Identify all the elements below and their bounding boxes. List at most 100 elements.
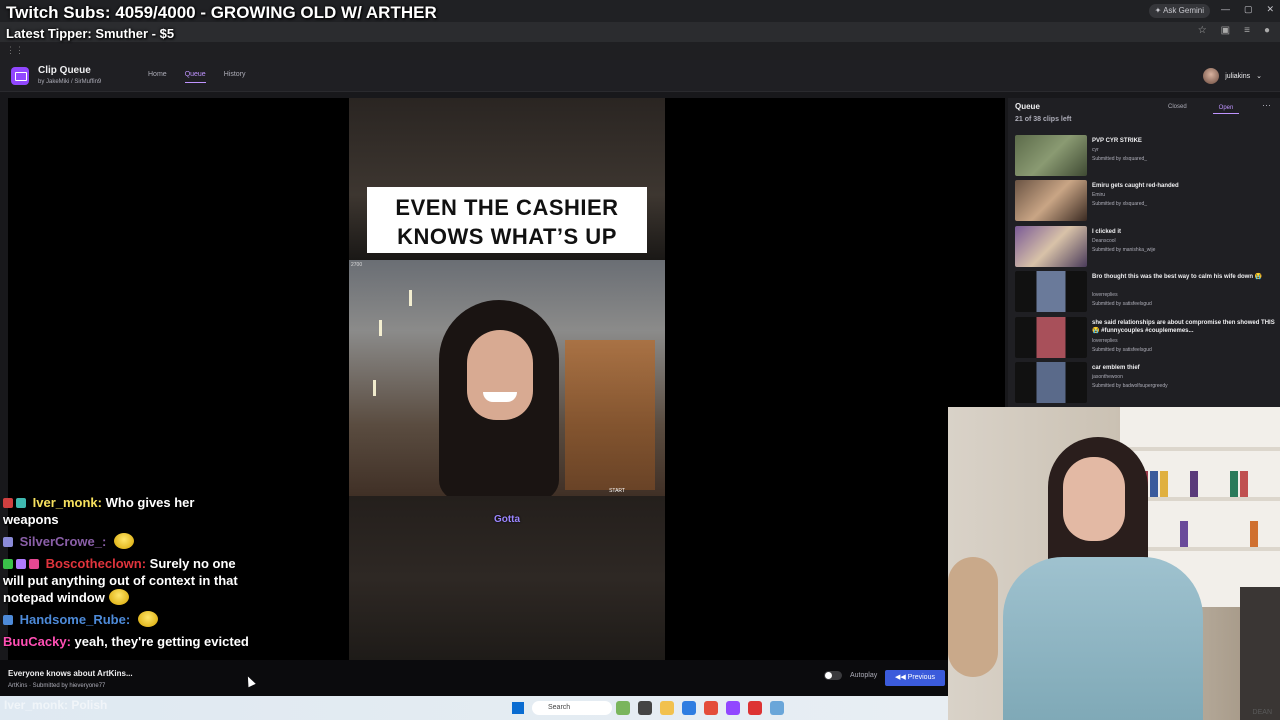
ask-gemini-label: Ask Gemini <box>1163 6 1204 15</box>
autoplay-label: Autoplay <box>850 672 878 679</box>
book <box>1180 521 1188 547</box>
clip-channel: Deanscool <box>1092 238 1116 244</box>
clip-title: Emiru gets caught red-handed <box>1092 183 1179 189</box>
maximize-icon[interactable]: ▢ <box>1244 4 1253 15</box>
clip-submitter: Submitted by xlsquared_ <box>1092 156 1148 162</box>
clip-thumbnail <box>1015 271 1087 312</box>
clip-thumbnail <box>1015 180 1087 221</box>
store-shelf <box>565 340 655 490</box>
queue-closed-button[interactable]: Closed <box>1168 104 1187 110</box>
faded-chat-message: Iver_monk: Polish <box>4 698 107 712</box>
clip-submitter: Submitted by badwolfsupergreedy <box>1092 383 1168 389</box>
close-icon[interactable]: ✕ <box>1266 4 1274 15</box>
book <box>1240 471 1248 497</box>
folder-icon[interactable] <box>660 701 674 715</box>
queue-title: Queue <box>1015 102 1040 111</box>
emote-icon <box>108 589 129 605</box>
app-icon[interactable] <box>770 701 784 715</box>
video-scene: 2700 START <box>349 260 665 496</box>
video-caption: EVEN THE CASHIER KNOWS WHAT’S UP <box>367 187 647 253</box>
extensions-icon[interactable]: ▣ <box>1221 25 1230 36</box>
ceiling-light <box>409 290 412 306</box>
ask-gemini-button[interactable]: ✦ Ask Gemini <box>1148 4 1210 18</box>
chat-message: Iver_monk: Who gives her weapons <box>3 494 253 528</box>
badge-icon <box>3 615 13 625</box>
app-icon[interactable] <box>616 701 630 715</box>
app-icon[interactable] <box>638 701 652 715</box>
clip-channel: loverreplies <box>1092 338 1118 344</box>
queue-open-button[interactable]: Open <box>1213 102 1239 114</box>
previous-label: Previous <box>907 674 935 681</box>
ceiling-light <box>379 320 382 336</box>
twitch-icon[interactable] <box>726 701 740 715</box>
app-title: Clip Queue <box>38 65 91 76</box>
queue-item[interactable]: Emiru gets caught red-handed Emiru Submi… <box>1015 180 1275 222</box>
apps-icon[interactable]: ⋮⋮ <box>6 45 24 56</box>
clip-submitter: Submitted by manishka_wije <box>1092 247 1156 253</box>
badge-icon <box>3 559 13 569</box>
webcam-feed: DEAN <box>948 407 1280 720</box>
webcam-corner-text: DEAN <box>1252 709 1272 716</box>
queue-item[interactable]: I clicked it Deanscool Submitted by mani… <box>1015 226 1275 268</box>
menu-icon[interactable]: ≡ <box>1244 25 1250 36</box>
nav-history[interactable]: History <box>224 71 246 83</box>
queue-panel: Queue 21 of 38 clips left Closed Open ⋯ … <box>1008 98 1280 408</box>
main-nav: Home Queue History <box>148 71 246 83</box>
clip-channel: jasonthewoon <box>1092 374 1123 380</box>
badge-icon <box>16 498 26 508</box>
taskbar-search[interactable]: Search <box>532 701 612 715</box>
clip-channel: cyr <box>1092 147 1099 153</box>
queue-item[interactable]: car emblem thief jasonthewoon Submitted … <box>1015 362 1275 404</box>
rewind-icon: ◀◀ <box>895 674 908 681</box>
video-subtitle: Gotta <box>493 514 521 525</box>
star-icon[interactable]: ☆ <box>1198 25 1207 36</box>
chat-overlay: Iver_monk: Who gives her weapons SilverC… <box>3 494 253 655</box>
previous-button[interactable]: ◀◀ Previous <box>885 670 945 686</box>
chevron-down-icon: ⌄ <box>1256 73 1262 80</box>
clip-title: I clicked it <box>1092 229 1122 235</box>
streamer-shirt <box>1003 557 1203 720</box>
current-clip-title: Everyone knows about ArtKins... <box>8 669 133 678</box>
clip-thumbnail <box>1015 362 1087 403</box>
toggle-switch[interactable] <box>824 671 842 680</box>
clip-queue-logo-icon[interactable] <box>11 67 29 85</box>
current-clip-meta: ArtKins · Submitted by hieveryone77 <box>8 683 106 689</box>
taskbar <box>0 696 948 720</box>
clip-submitter: Submitted by xlsquared_ <box>1092 201 1148 207</box>
windows-start-icon[interactable] <box>512 702 524 714</box>
screen: ✦ Ask Gemini — ▢ ✕ ☆ ▣ ≡ ● ⋮⋮ Clip Queue… <box>0 0 1280 720</box>
app-icon[interactable] <box>682 701 696 715</box>
taskbar-apps <box>616 701 784 715</box>
book <box>1150 471 1158 497</box>
badge-icon <box>3 498 13 508</box>
nav-queue[interactable]: Queue <box>184 71 206 83</box>
clip-submitter: Submitted by satisfeelsgud <box>1092 347 1152 353</box>
queue-item[interactable]: PVP CYR STRIKE cyr Submitted by xlsquare… <box>1015 135 1275 177</box>
autoplay-toggle[interactable]: Autoplay <box>824 671 877 680</box>
sub-goal-overlay: Twitch Subs: 4059/4000 - GROWING OLD W/ … <box>6 3 437 22</box>
book <box>1160 471 1168 497</box>
clip-thumbnail <box>1015 317 1087 358</box>
browser-address-bar[interactable] <box>0 22 1280 42</box>
badge-icon <box>29 559 39 569</box>
scene-hud: 2700 <box>351 262 363 268</box>
queue-item[interactable]: Bro thought this was the best way to cal… <box>1015 271 1275 313</box>
ceiling-light <box>373 380 376 396</box>
player-controls-bar <box>0 660 948 696</box>
clip-video[interactable]: EVEN THE CASHIER KNOWS WHAT’S UP 2700 ST… <box>349 98 665 660</box>
emote-icon <box>113 533 134 549</box>
clip-title: Bro thought this was the best way to cal… <box>1092 274 1263 280</box>
chat-username: BuuCacky: <box>3 634 71 649</box>
chat-text: Polish <box>71 698 108 712</box>
user-menu[interactable]: juliakins ⌄ <box>1203 68 1262 84</box>
nav-home[interactable]: Home <box>148 71 167 83</box>
more-options-icon[interactable]: ⋯ <box>1262 100 1271 111</box>
queue-item[interactable]: she said relationships are about comprom… <box>1015 317 1275 359</box>
minimize-icon[interactable]: — <box>1221 4 1230 15</box>
chrome-icon[interactable] <box>704 701 718 715</box>
queue-count: 21 of 38 clips left <box>1015 116 1072 123</box>
profile-icon[interactable]: ● <box>1264 25 1270 36</box>
app-icon[interactable] <box>748 701 762 715</box>
chat-message: SilverCrowe_: <box>3 533 253 550</box>
streamer-face <box>1063 457 1125 541</box>
